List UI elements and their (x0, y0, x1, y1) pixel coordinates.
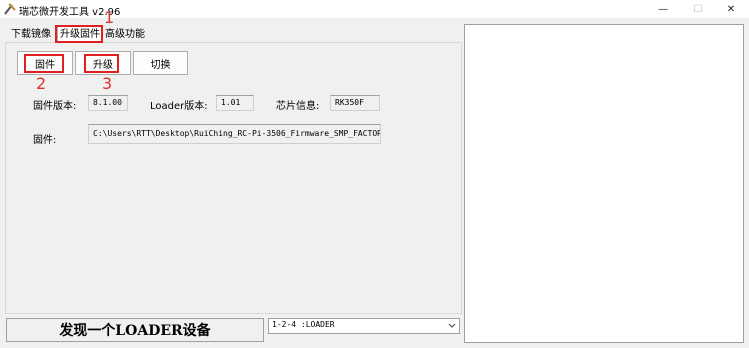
loader-version-field: 1.01 (216, 95, 254, 111)
chevron-down-icon[interactable] (447, 321, 457, 331)
close-button[interactable]: ✕ (714, 0, 748, 18)
tab-panel (5, 42, 462, 314)
annotation-number-2: 2 (36, 74, 47, 93)
minimize-button[interactable]: — (646, 0, 680, 18)
maximize-button[interactable]: ☐ (681, 0, 715, 18)
app-icon (3, 2, 17, 16)
annotation-number-1: 1 (104, 8, 115, 27)
status-message: 发现一个LOADER设备 (6, 318, 264, 342)
log-output-area[interactable] (464, 24, 744, 343)
chip-info-field: RK350F (330, 95, 380, 111)
annotation-number-3: 3 (102, 74, 113, 93)
highlight-box-upgrade (84, 54, 119, 73)
tab-download-image[interactable]: 下载镜像 (11, 27, 51, 42)
loader-version-label: Loader版本: (150, 101, 208, 112)
firmware-path-field[interactable]: C:\Users\RTT\Desktop\RuiChing_RC-Pi-3506… (88, 124, 381, 144)
firmware-path-label: 固件: (33, 135, 57, 146)
device-select[interactable]: 1-2-4 :LOADER (268, 318, 460, 334)
chip-info-label: 芯片信息: (276, 101, 320, 112)
firmware-version-field: 8.1.00 (88, 95, 128, 111)
firmware-version-label: 固件版本: (33, 101, 77, 112)
highlight-box-tab (55, 25, 103, 43)
device-select-value: 1-2-4 :LOADER (272, 320, 335, 329)
tab-advanced-functions[interactable]: 高级功能 (105, 27, 145, 42)
switch-button[interactable]: 切换 (133, 51, 188, 75)
highlight-box-firmware (24, 54, 64, 73)
